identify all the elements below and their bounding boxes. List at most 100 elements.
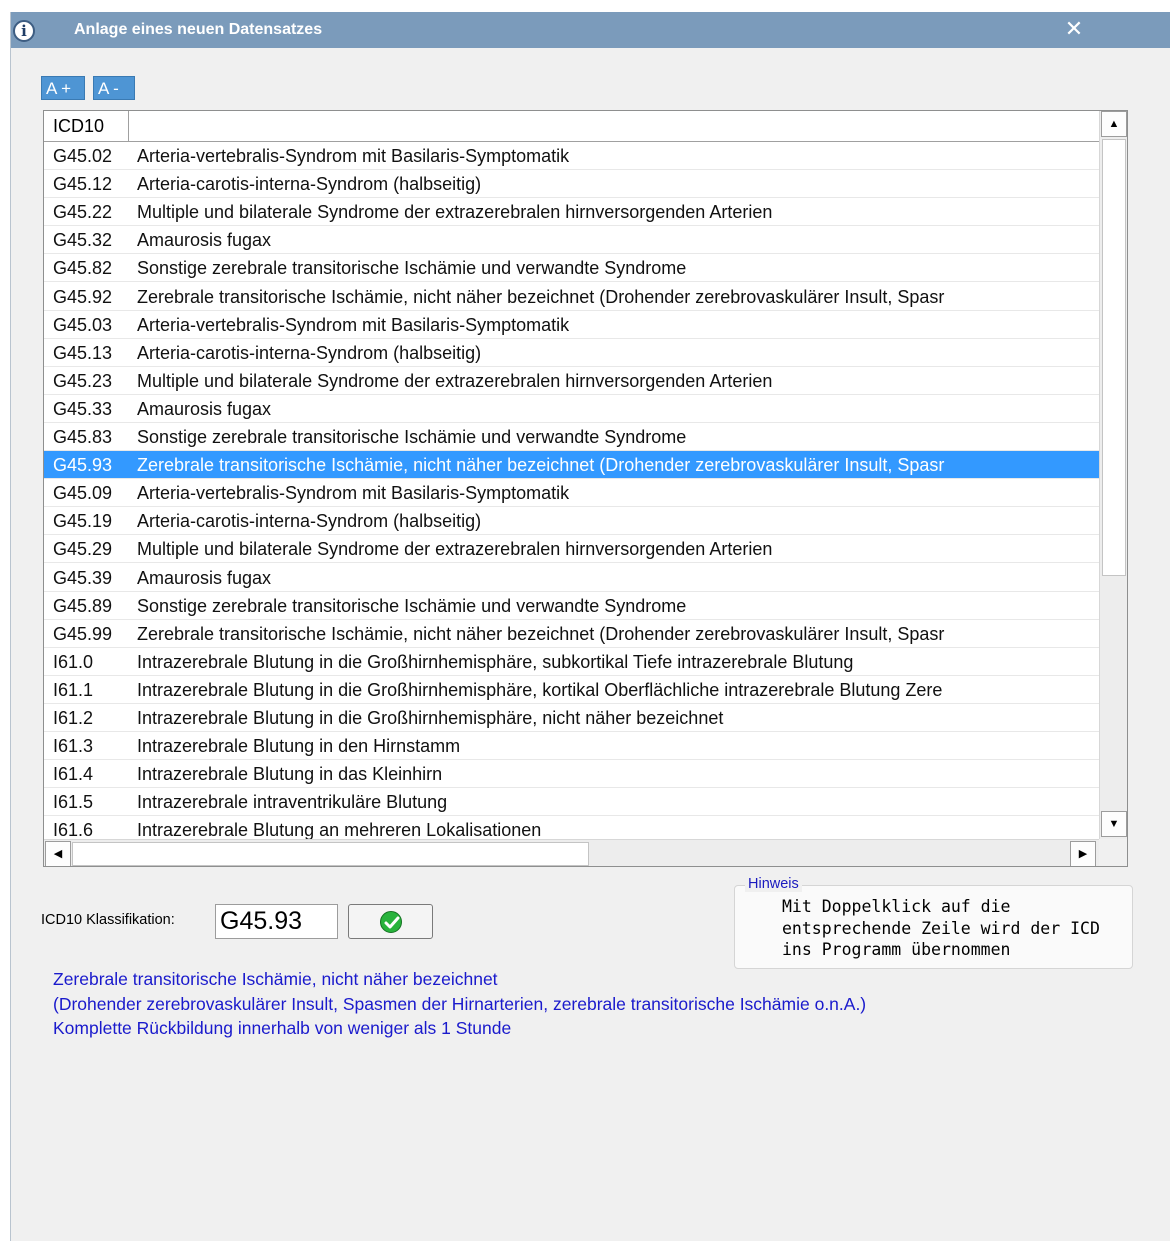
- row-description: Intrazerebrale Blutung in die Großhirnhe…: [137, 651, 854, 672]
- table-row[interactable]: G45.19 Arteria-carotis-interna-Syndrom (h…: [44, 507, 1099, 536]
- row-description: Amaurosis fugax: [137, 567, 272, 588]
- row-code: I61.1: [53, 679, 94, 700]
- window-title: Anlage eines neuen Datensatzes: [74, 21, 323, 38]
- hint-text: Mit Doppelklick auf die entsprechende Ze…: [782, 897, 1100, 959]
- row-code: G45.19: [53, 511, 113, 532]
- row-description: Intrazerebrale Blutung in die Großhirnhe…: [137, 708, 724, 728]
- row-description: Sonstige zerebrale transitorische Ischäm…: [137, 595, 687, 616]
- row-description: Sonstige zerebrale transitorische Ischäm…: [137, 427, 687, 447]
- row-code: G45.82: [53, 258, 113, 279]
- column-header-icd10[interactable]: ICD10: [44, 111, 129, 141]
- close-icon[interactable]: ✕: [1061, 17, 1087, 43]
- row-description: Arteria-vertebralis-Syndrom mit Basilari…: [137, 483, 570, 504]
- row-code: G45.89: [53, 595, 113, 616]
- scroll-left-icon[interactable]: ◀: [45, 841, 71, 866]
- column-header-description[interactable]: [129, 111, 1099, 141]
- vertical-scrollbar[interactable]: ▲ ▼: [1099, 111, 1127, 839]
- icd10-grid[interactable]: ICD10 G45.02 Arteria-vertebralis-Syndrom …: [43, 110, 1128, 867]
- row-code: G45.03: [53, 314, 113, 335]
- row-code: G45.33: [53, 398, 113, 419]
- icd-description-line-2: (Drohender zerebrovaskulärer Insult, Spa…: [53, 993, 867, 1014]
- row-code: G45.09: [53, 483, 113, 504]
- table-row[interactable]: I61.0 Intrazerebrale Blutung in die Großh…: [44, 648, 1099, 676]
- table-row[interactable]: G45.82 Sonstige zerebrale transitorische …: [44, 254, 1099, 283]
- table-row[interactable]: G45.93 Zerebrale transitorische Ischämie,…: [44, 451, 1099, 480]
- table-row[interactable]: G45.99 Zerebrale transitorische Ischämie,…: [44, 620, 1099, 648]
- table-row[interactable]: G45.02 Arteria-vertebralis-Syndrom mit Ba…: [44, 142, 1099, 170]
- table-row[interactable]: G45.83 Sonstige zerebrale transitorische …: [44, 423, 1099, 451]
- row-code: I61.2: [53, 708, 94, 728]
- icd-description-line-3: Komplette Rückbildung innerhalb von weni…: [53, 1018, 512, 1038]
- horizontal-scrollbar[interactable]: ◀ ▶: [44, 839, 1099, 866]
- table-row[interactable]: G45.12 Arteria-carotis-interna-Syndrom (h…: [44, 170, 1099, 199]
- info-icon: [13, 20, 35, 42]
- row-code: G45.32: [53, 230, 113, 251]
- table-row[interactable]: I61.2 Intrazerebrale Blutung in die Großh…: [44, 704, 1099, 732]
- table-row[interactable]: I61.6 Intrazerebrale Blutung an mehreren …: [44, 816, 1099, 839]
- table-row[interactable]: G45.89 Sonstige zerebrale transitorische …: [44, 592, 1099, 620]
- row-description: Amaurosis fugax: [137, 230, 272, 251]
- row-code: G45.92: [53, 286, 113, 307]
- row-description: Intrazerebrale Blutung in den Hirnstamm: [137, 736, 461, 757]
- row-description: Zerebrale transitorische Ischämie, nicht…: [137, 455, 945, 476]
- table-row[interactable]: G45.22 Multiple und bilaterale Syndrome d…: [44, 198, 1099, 227]
- table-row[interactable]: G45.32 Amaurosis fugax: [44, 226, 1099, 255]
- row-code: G45.02: [53, 146, 113, 166]
- table-row[interactable]: G45.13 Arteria-carotis-interna-Syndrom (h…: [44, 339, 1099, 367]
- row-description: Multiple und bilaterale Syndrome der ext…: [137, 202, 773, 223]
- row-code: I61.6: [53, 820, 94, 839]
- table-row[interactable]: G45.09 Arteria-vertebralis-Syndrom mit Ba…: [44, 479, 1099, 508]
- row-description: Intrazerebrale Blutung in das Kleinhirn: [137, 764, 443, 785]
- check-icon: [380, 911, 402, 933]
- row-description: Intrazerebrale Blutung an mehreren Lokal…: [137, 820, 542, 839]
- row-code: G45.23: [53, 370, 113, 391]
- scroll-up-icon[interactable]: ▲: [1101, 111, 1127, 137]
- table-row[interactable]: G45.29 Multiple und bilaterale Syndrome d…: [44, 535, 1099, 564]
- row-description: Amaurosis fugax: [137, 398, 272, 419]
- row-code: G45.83: [53, 427, 113, 447]
- vertical-scroll-thumb[interactable]: [1102, 139, 1126, 576]
- table-row[interactable]: I61.1 Intrazerebrale Blutung in die Großh…: [44, 676, 1099, 704]
- icd-description: Zerebrale transitorische Ischämie, nicht…: [53, 967, 866, 1041]
- table-row[interactable]: I61.5 Intrazerebrale intraventrikuläre Bl…: [44, 788, 1099, 817]
- scroll-right-icon[interactable]: ▶: [1070, 841, 1096, 866]
- table-row[interactable]: I61.3 Intrazerebrale Blutung in den Hirns…: [44, 732, 1099, 761]
- row-description: Arteria-carotis-interna-Syndrom (halbsei…: [137, 174, 482, 195]
- icd10-classification-label: ICD10 Klassifikation:: [41, 912, 175, 928]
- table-row[interactable]: G45.39 Amaurosis fugax: [44, 564, 1099, 592]
- row-description: Arteria-vertebralis-Syndrom mit Basilari…: [137, 314, 570, 335]
- row-description: Zerebrale transitorische Ischämie, nicht…: [137, 286, 945, 307]
- row-description: Sonstige zerebrale transitorische Ischäm…: [137, 258, 687, 279]
- scroll-down-icon[interactable]: ▼: [1101, 811, 1127, 837]
- row-description: Arteria-carotis-interna-Syndrom (halbsei…: [137, 511, 482, 532]
- grid-rows: G45.02 Arteria-vertebralis-Syndrom mit Ba…: [44, 142, 1099, 839]
- font-decrease-button[interactable]: A -: [93, 76, 135, 100]
- table-row[interactable]: G45.33 Amaurosis fugax: [44, 395, 1099, 423]
- table-row[interactable]: G45.23 Multiple und bilaterale Syndrome d…: [44, 367, 1099, 395]
- row-code: G45.29: [53, 539, 113, 560]
- horizontal-scroll-thumb[interactable]: [72, 842, 589, 866]
- row-description: Arteria-carotis-interna-Syndrom (halbsei…: [137, 342, 482, 363]
- grid-header: ICD10: [44, 111, 1099, 142]
- row-code: G45.39: [53, 567, 113, 588]
- row-description: Intrazerebrale intraventrikuläre Blutung: [137, 792, 448, 813]
- row-code: I61.5: [53, 792, 94, 813]
- table-row[interactable]: G45.92 Zerebrale transitorische Ischämie,…: [44, 283, 1099, 311]
- font-increase-button[interactable]: A +: [41, 76, 85, 100]
- row-description: Intrazerebrale Blutung in die Großhirnhe…: [137, 679, 943, 700]
- row-code: I61.3: [53, 736, 94, 757]
- row-code: G45.99: [53, 623, 113, 644]
- icd10-classification-input[interactable]: [215, 904, 338, 939]
- scrollbar-corner: [1099, 839, 1127, 866]
- row-description: Zerebrale transitorische Ischämie, nicht…: [137, 623, 945, 644]
- row-description: Multiple und bilaterale Syndrome der ext…: [137, 539, 773, 560]
- table-row[interactable]: I61.4 Intrazerebrale Blutung in das Klein…: [44, 760, 1099, 789]
- table-row[interactable]: G45.03 Arteria-vertebralis-Syndrom mit Ba…: [44, 311, 1099, 339]
- hint-legend: Hinweis: [745, 876, 802, 892]
- confirm-button[interactable]: [348, 904, 433, 939]
- title-bar: Anlage eines neuen Datensatzes ✕: [11, 12, 1170, 48]
- row-description: Arteria-vertebralis-Syndrom mit Basilari…: [137, 146, 570, 166]
- row-code: G45.12: [53, 174, 113, 195]
- row-description: Multiple und bilaterale Syndrome der ext…: [137, 370, 773, 391]
- row-code: G45.93: [53, 455, 113, 476]
